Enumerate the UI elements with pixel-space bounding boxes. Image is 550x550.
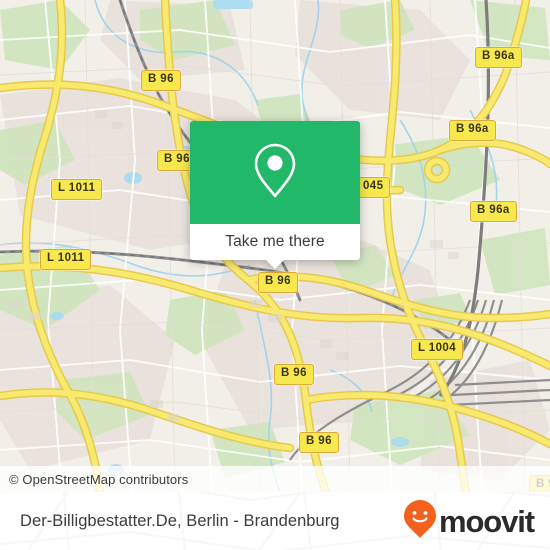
road-shield: 045 (356, 177, 391, 198)
road-shield: L 1004 (411, 339, 463, 360)
road-shield: B 96 (274, 364, 314, 385)
moovit-smiley-pin-icon (403, 499, 437, 544)
road-shield: B 96 (141, 70, 181, 91)
road-shield: B 96 (299, 432, 339, 453)
moovit-wordmark: moovit (438, 503, 535, 539)
map-pin-icon (253, 142, 297, 204)
road-shield: B 96 (258, 272, 298, 293)
moovit-map-screenshot: B 96 B 96 L 1011 L 1011 B 96a B 96a B 96… (0, 0, 550, 550)
popup-pointer (266, 260, 284, 269)
road-shield: L 1011 (40, 249, 92, 270)
osm-attribution-text: © OpenStreetMap contributors (9, 471, 189, 487)
road-shield: B 96a (470, 201, 517, 222)
take-me-there-button[interactable]: Take me there (190, 224, 360, 260)
footer-bar: Der-Billigbestatter.De, Berlin - Branden… (0, 492, 550, 550)
popup-header (190, 121, 360, 224)
map-canvas[interactable]: B 96 B 96 L 1011 L 1011 B 96a B 96a B 96… (0, 0, 550, 492)
road-shield: L 1011 (51, 179, 103, 200)
road-shield: B 96a (449, 120, 496, 141)
moovit-brand: moovit (403, 499, 535, 544)
take-me-there-label: Take me there (225, 233, 325, 250)
location-title: Der-Billigbestatter.De, Berlin - Branden… (20, 511, 340, 530)
road-shield: B 96a (475, 47, 522, 68)
map-attribution-bar: © OpenStreetMap contributors (0, 466, 550, 492)
location-popup-card[interactable]: Take me there (190, 121, 360, 269)
